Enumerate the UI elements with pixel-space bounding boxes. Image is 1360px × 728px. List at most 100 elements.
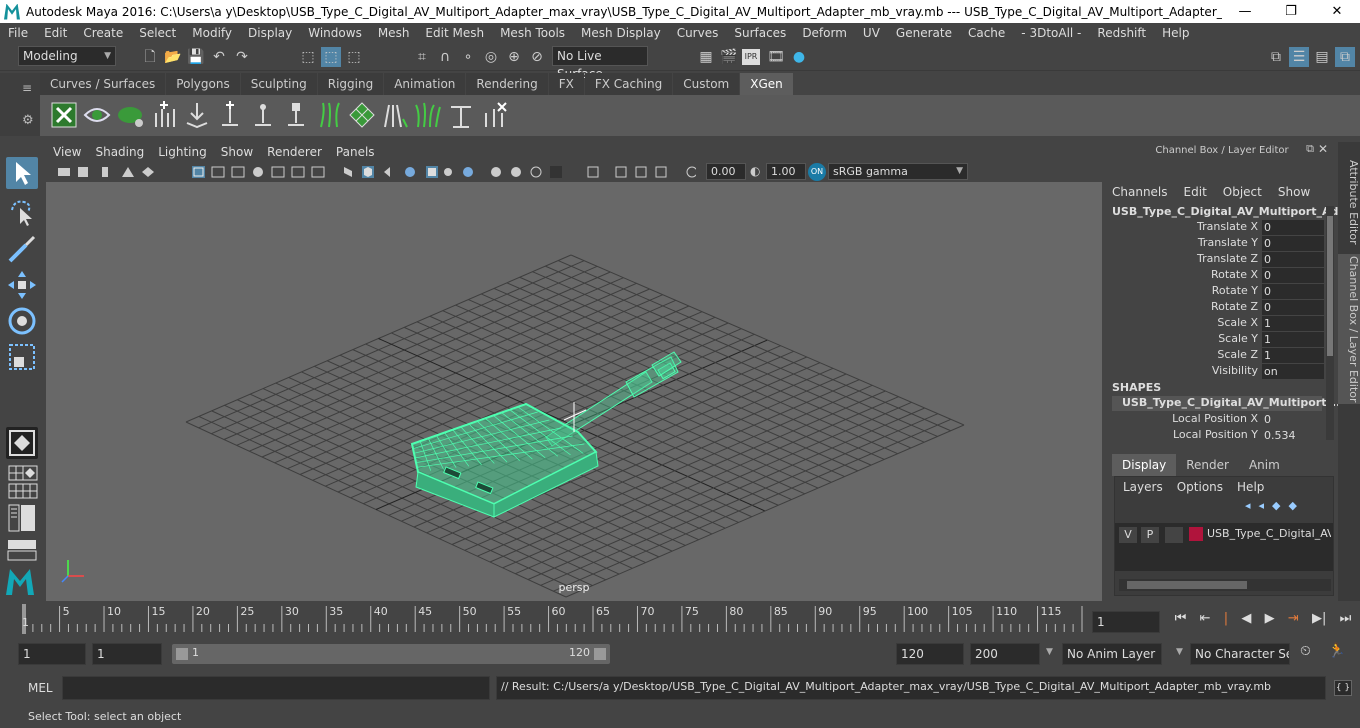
- step-forward-frame-icon[interactable]: ▶|: [1312, 611, 1326, 631]
- menu-edit-mesh[interactable]: Edit Mesh: [417, 26, 492, 40]
- scale-tool-icon[interactable]: [6, 341, 38, 373]
- snap-live-icon[interactable]: ⊘: [527, 47, 547, 67]
- shelf-tab-polygons[interactable]: Polygons: [166, 73, 240, 95]
- go-to-start-icon[interactable]: ⏮: [1175, 611, 1187, 631]
- xgen-clumping-icon[interactable]: [381, 101, 409, 129]
- undo-icon[interactable]: ↶: [209, 47, 229, 67]
- object-menu[interactable]: Object: [1223, 185, 1262, 199]
- float-panel-icon[interactable]: ⧉: [1306, 142, 1314, 156]
- xgen-guide-lock-icon[interactable]: [282, 101, 310, 129]
- layer-display-type-toggle[interactable]: [1165, 527, 1183, 543]
- menu-file[interactable]: File: [0, 26, 36, 40]
- menu-display[interactable]: Display: [240, 26, 300, 40]
- select-hierarchy-icon[interactable]: ⬚: [298, 47, 318, 67]
- xgen-preview-eye-icon[interactable]: [83, 101, 111, 129]
- menu-set-dropdown[interactable]: Modeling ▼: [18, 46, 116, 66]
- tool-settings-toggle-icon[interactable]: ▤: [1312, 47, 1332, 67]
- ipr-render-icon[interactable]: IPR: [742, 49, 760, 65]
- attr-scale-x[interactable]: Scale X1: [1106, 316, 1338, 332]
- animation-preferences-icon[interactable]: 🏃: [1328, 643, 1348, 663]
- menu-curves[interactable]: Curves: [669, 26, 727, 40]
- shelf-tab-sculpting[interactable]: Sculpting: [240, 73, 317, 95]
- range-slider[interactable]: 1 120: [172, 644, 610, 664]
- render-frame-icon[interactable]: 🎬: [719, 47, 739, 67]
- play-forward-icon[interactable]: ▶: [1265, 611, 1275, 631]
- gamma-field[interactable]: 1.00: [766, 163, 806, 180]
- layer-action-icons[interactable]: ◂◂◆◆: [1245, 499, 1305, 512]
- menu-select[interactable]: Select: [131, 26, 184, 40]
- rotate-tool-icon[interactable]: [6, 305, 38, 337]
- options-menu[interactable]: Options: [1177, 480, 1223, 494]
- outliner-persp-layout-icon[interactable]: [7, 503, 37, 533]
- exposure-field[interactable]: 0.00: [706, 163, 746, 180]
- xgen-grid-icon[interactable]: [348, 101, 376, 129]
- range-end-handle[interactable]: [594, 648, 606, 660]
- shelf-tab-rigging[interactable]: Rigging: [317, 73, 384, 95]
- script-editor-icon[interactable]: { }: [1334, 680, 1352, 696]
- shelf-tab-fx[interactable]: FX: [548, 73, 584, 95]
- chevron-down-icon[interactable]: ▼: [1176, 647, 1183, 657]
- viewport-menu-shading[interactable]: Shading: [88, 145, 151, 159]
- shelf-tab-curves-surfaces[interactable]: Curves / Surfaces: [40, 73, 166, 95]
- time-slider[interactable]: 5 10 15 20 25 30 35 40 45 50 55 60 65 70 75 80 85 90 95 100…: [20, 604, 1099, 634]
- graph-editor-layout-icon[interactable]: [7, 539, 37, 561]
- attr-scale-y[interactable]: Scale Y1: [1106, 332, 1338, 348]
- persp-outliner-layout-icon[interactable]: [22, 465, 38, 481]
- menu-deform[interactable]: Deform: [794, 26, 855, 40]
- close-button[interactable]: ✕: [1314, 4, 1360, 19]
- menu-3dtoall[interactable]: - 3DtoAll -: [1013, 26, 1089, 40]
- attr-translate-y[interactable]: Translate Y0: [1106, 236, 1338, 252]
- attr-visibility[interactable]: Visibility on: [1106, 364, 1338, 380]
- menu-redshift[interactable]: Redshift: [1089, 26, 1154, 40]
- minimize-button[interactable]: —: [1222, 4, 1268, 19]
- xgen-guides-place-icon[interactable]: [183, 101, 211, 129]
- layer-playback-toggle[interactable]: P: [1141, 527, 1159, 543]
- menu-generate[interactable]: Generate: [888, 26, 960, 40]
- shelf-tab-xgen[interactable]: XGen: [740, 73, 793, 95]
- edit-menu[interactable]: Edit: [1184, 185, 1207, 199]
- menu-mesh[interactable]: Mesh: [370, 26, 418, 40]
- gamma-icon[interactable]: ◐: [750, 164, 760, 178]
- select-object-icon[interactable]: ⬚: [321, 47, 341, 67]
- layer-editor-hscrollbar[interactable]: [1119, 579, 1331, 591]
- xgen-guide-insert-icon[interactable]: [216, 101, 244, 129]
- menu-help[interactable]: Help: [1154, 26, 1197, 40]
- step-back-key-icon[interactable]: ⇤: [1200, 611, 1211, 631]
- color-management-toggle-icon[interactable]: ON: [808, 163, 826, 181]
- playback-end-field[interactable]: 120: [896, 643, 964, 665]
- perspective-viewport[interactable]: persp: [46, 182, 1102, 601]
- live-surface-field[interactable]: No Live Surface: [552, 46, 648, 81]
- anim-layer-field[interactable]: No Anim Layer: [1062, 643, 1162, 665]
- menu-modify[interactable]: Modify: [184, 26, 240, 40]
- channels-menu[interactable]: Channels: [1112, 185, 1168, 199]
- current-frame-field[interactable]: 1: [1092, 611, 1160, 633]
- layer-tab-display[interactable]: Display: [1112, 454, 1177, 476]
- open-scene-icon[interactable]: 📂: [163, 47, 183, 67]
- attr-translate-x[interactable]: Translate X0: [1106, 220, 1338, 236]
- layer-name[interactable]: USB_Type_C_Digital_AV_: [1207, 527, 1331, 540]
- layer-color-swatch[interactable]: [1189, 527, 1203, 541]
- layers-menu[interactable]: Layers: [1123, 480, 1163, 494]
- render-settings-icon[interactable]: ▦: [696, 47, 716, 67]
- xgen-guides-flow-icon[interactable]: [315, 101, 343, 129]
- menu-uv[interactable]: UV: [855, 26, 888, 40]
- menu-edit[interactable]: Edit: [36, 26, 75, 40]
- snap-curve-icon[interactable]: ∩: [435, 47, 455, 67]
- layer-tab-render[interactable]: Render: [1176, 454, 1239, 476]
- render-view-icon[interactable]: 🎞: [766, 47, 786, 67]
- new-scene-icon[interactable]: 🗋: [140, 47, 160, 67]
- xgen-grass-icon[interactable]: [414, 101, 442, 129]
- attribute-editor-toggle-icon[interactable]: ☰: [1289, 47, 1309, 67]
- viewport-menu-view[interactable]: View: [46, 145, 88, 159]
- playback-start-field[interactable]: 1: [92, 643, 162, 665]
- menu-create[interactable]: Create: [75, 26, 131, 40]
- graph-layout-icon[interactable]: [22, 483, 38, 499]
- object-name[interactable]: USB_Type_C_Digital_AV_Multiport_Ad...: [1112, 205, 1351, 218]
- go-to-end-icon[interactable]: ⏭: [1340, 611, 1352, 631]
- lasso-tool-icon[interactable]: [6, 196, 38, 228]
- close-icon[interactable]: ✕: [1318, 142, 1328, 156]
- character-set-field[interactable]: No Character Set: [1190, 643, 1290, 665]
- attr-rotate-z[interactable]: Rotate Z0: [1106, 300, 1338, 316]
- play-backward-icon[interactable]: ◀: [1241, 611, 1251, 631]
- hypershade-icon[interactable]: ●: [789, 47, 809, 67]
